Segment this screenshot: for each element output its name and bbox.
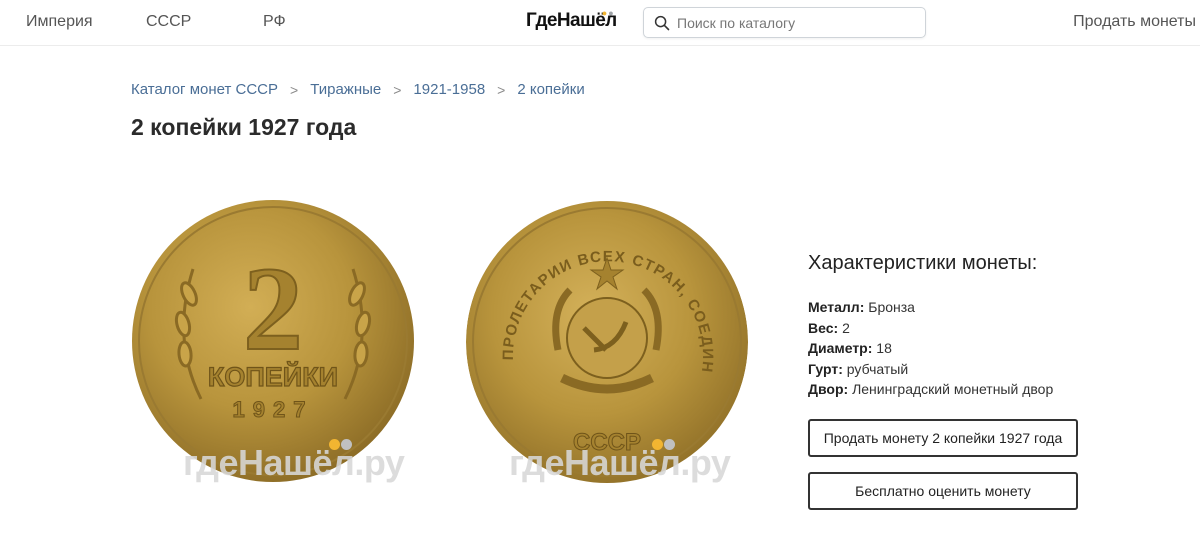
search-icon[interactable]	[654, 15, 670, 31]
spec-row-diameter: Диаметр: 18	[808, 340, 892, 356]
breadcrumb-separator: >	[497, 81, 506, 98]
coin-year-text: 1927	[233, 397, 314, 422]
site-logo[interactable]: ГдеНашёл ●●	[526, 8, 617, 32]
search-box[interactable]	[643, 7, 926, 38]
breadcrumb-period[interactable]: 1921-1958	[413, 81, 485, 98]
breadcrumb-catalog[interactable]: Каталог монет СССР	[131, 81, 278, 98]
sell-coin-button[interactable]: Продать монету 2 копейки 1927 года	[808, 419, 1078, 457]
watermark-dots-icon	[329, 439, 353, 451]
logo-dots-icon: ●●	[601, 8, 615, 18]
breadcrumb-separator: >	[290, 81, 299, 98]
nav-link-rf[interactable]: РФ	[263, 13, 286, 31]
search-input[interactable]	[677, 14, 917, 31]
coin-denomination-text: 2	[243, 242, 303, 375]
watermark-dots-icon	[652, 439, 676, 451]
breadcrumb-circulation[interactable]: Тиражные	[310, 81, 381, 98]
sell-coins-link[interactable]: Продать монеты	[1073, 13, 1196, 31]
specs-list: Металл: Бронза Вес: 2 Диаметр: 18 Гурт: …	[808, 297, 1053, 400]
logo-text-accent: ёл ●●	[595, 8, 617, 31]
nav-link-ussr[interactable]: СССР	[146, 13, 191, 31]
spec-row-edge: Гурт: рубчатый	[808, 360, 909, 377]
site-header: Империя СССР РФ ГдеНашёл●● Продать монет…	[0, 0, 1200, 46]
evaluate-coin-button[interactable]: Бесплатно оценить монету	[808, 472, 1078, 510]
coin-obverse-image[interactable]: 2 КОПЕЙКИ 1927	[131, 199, 415, 483]
coin-kopeks-text: КОПЕЙКИ	[208, 361, 338, 392]
breadcrumb-separator: >	[393, 81, 402, 98]
breadcrumb: Каталог монет СССР > Тиражные > 1921-195…	[131, 81, 585, 98]
logo-text-main: ГдеНаш	[526, 10, 596, 31]
page-title: 2 копейки 1927 года	[131, 114, 357, 140]
watermark-reverse: гдеНашёл.ру	[509, 442, 731, 483]
spec-row-weight: Вес: 2	[808, 319, 850, 336]
spec-row-mint: Двор: Ленинградский монетный двор	[808, 381, 1054, 397]
spec-row-metal: Металл: Бронза	[808, 299, 915, 315]
nav-link-empire[interactable]: Империя	[26, 13, 93, 31]
specs-title: Характеристики монеты:	[808, 252, 1038, 274]
breadcrumb-denomination[interactable]: 2 копейки	[517, 81, 584, 98]
watermark-obverse: гдеНашёл.ру	[183, 442, 405, 483]
